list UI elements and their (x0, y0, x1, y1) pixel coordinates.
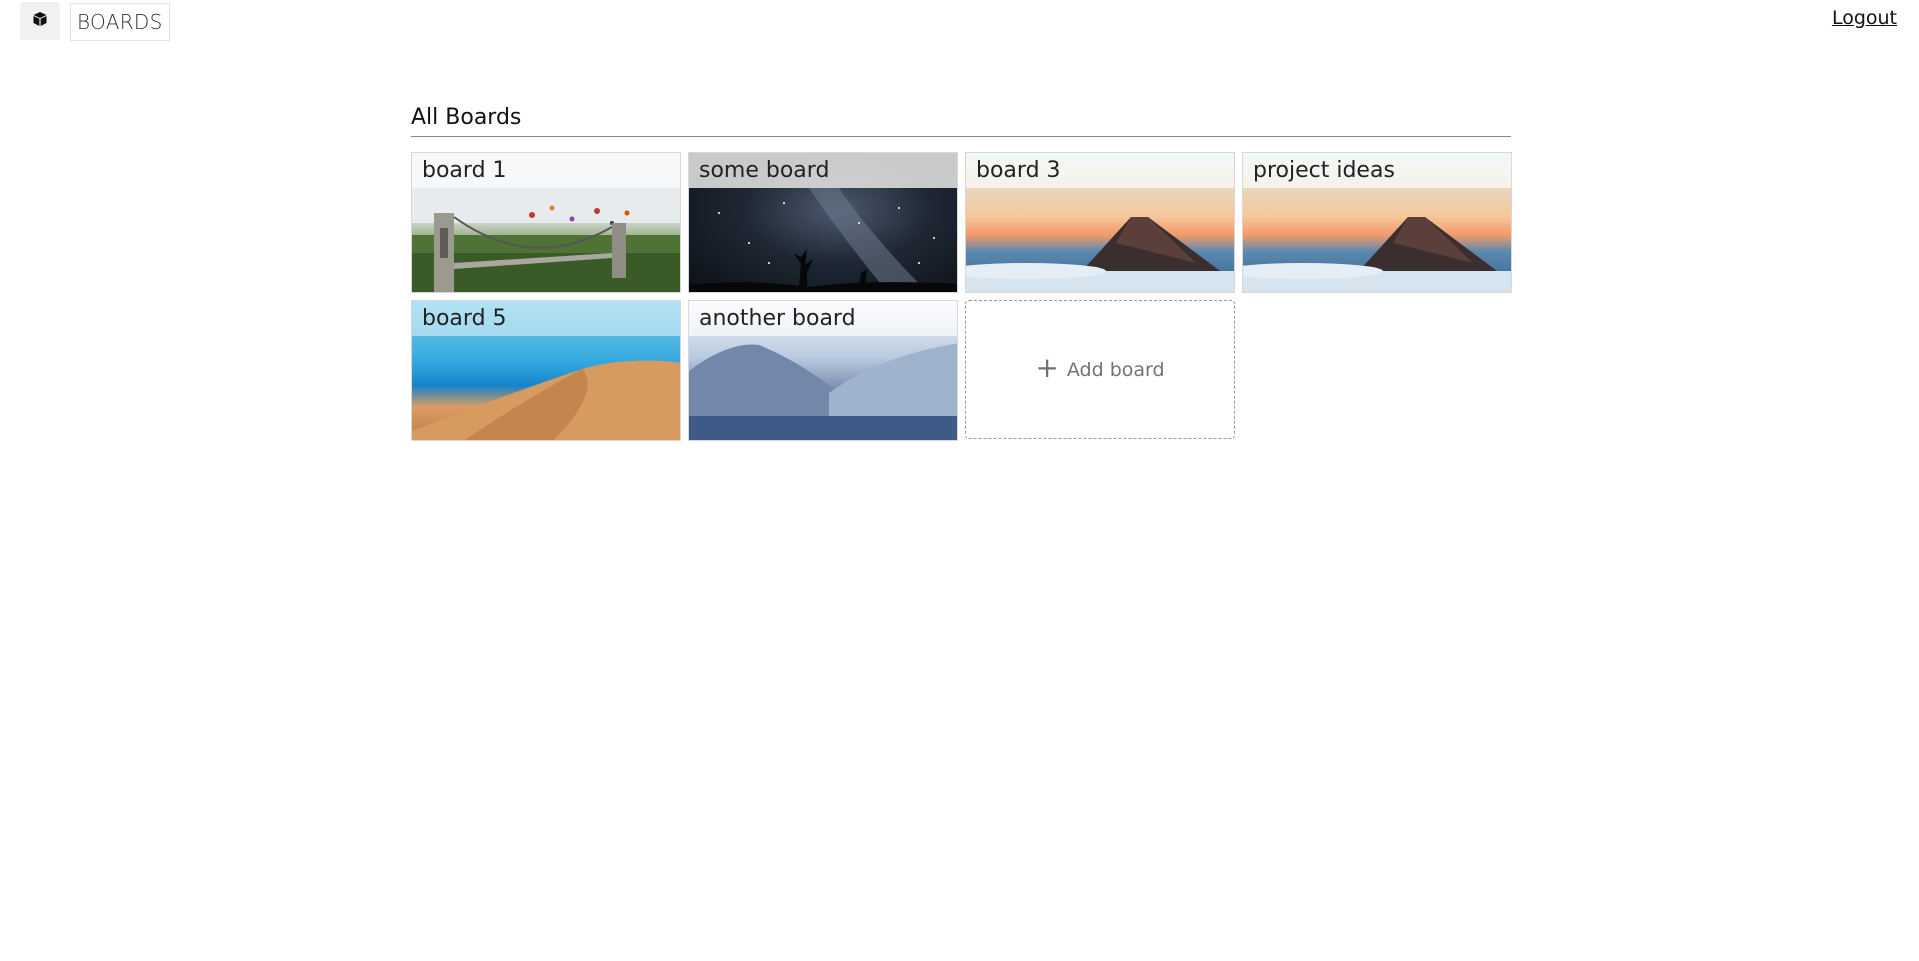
board-title: board 5 (412, 301, 680, 336)
brand-link[interactable]: BOARDS (70, 3, 170, 41)
page-title: All Boards (411, 105, 522, 130)
board-tile[interactable]: project ideas (1242, 152, 1512, 293)
board-title: board 3 (966, 153, 1234, 188)
board-tile[interactable]: another board (688, 300, 958, 441)
board-title: some board (689, 153, 957, 188)
board-title: board 1 (412, 153, 680, 188)
boards-grid: board 1 some board board 3 project ideas… (411, 152, 1512, 441)
board-title: project ideas (1243, 153, 1511, 188)
board-tile[interactable]: board 1 (411, 152, 681, 293)
logout-link[interactable]: Logout (1832, 7, 1897, 29)
title-divider (411, 136, 1511, 137)
add-board-button[interactable]: + Add board (965, 300, 1235, 439)
box-icon (32, 11, 48, 31)
board-tile[interactable]: some board (688, 152, 958, 293)
board-tile[interactable]: board 5 (411, 300, 681, 441)
plus-icon: + (1035, 351, 1059, 384)
brand-label: BOARDS (77, 10, 163, 34)
board-tile[interactable]: board 3 (965, 152, 1235, 293)
add-board-label: Add board (1066, 358, 1165, 381)
logo-button[interactable] (20, 2, 60, 40)
board-title: another board (689, 301, 957, 336)
